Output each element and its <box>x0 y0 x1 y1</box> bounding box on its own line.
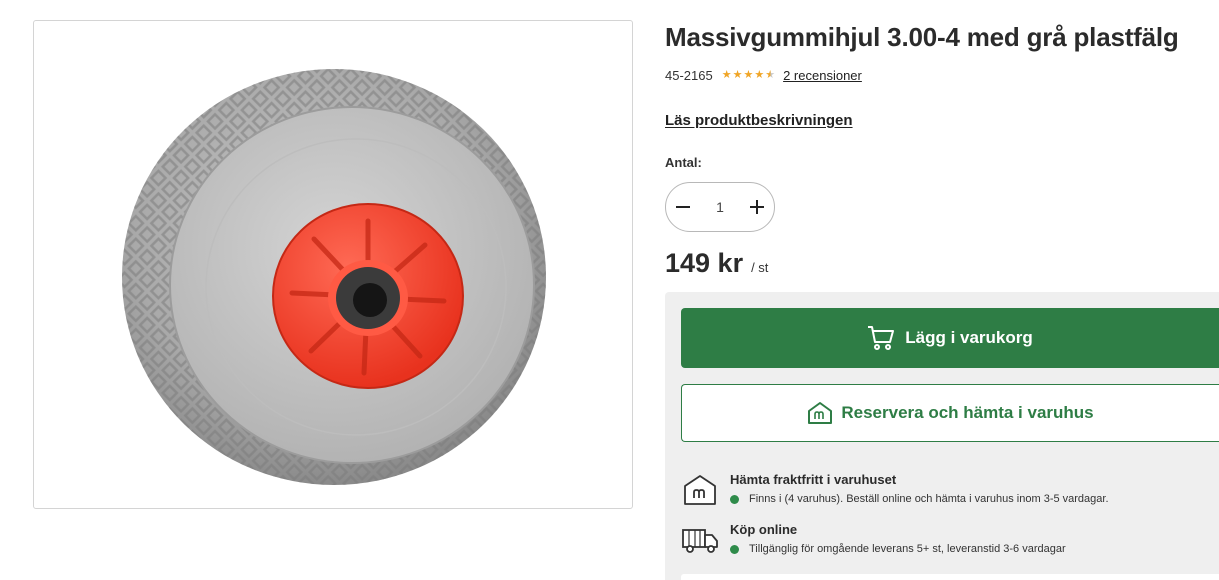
availability-store-text: Finns i (4 varuhus). Beställ online och … <box>749 493 1109 505</box>
star-icon: ★ <box>732 69 743 81</box>
product-image[interactable] <box>33 20 633 509</box>
in-stock-dot-icon <box>730 544 739 554</box>
price-amount: 149 kr <box>665 248 744 278</box>
increment-button[interactable] <box>746 196 768 218</box>
reserve-in-store-button[interactable]: Reservera och hämta i varuhus <box>681 384 1219 442</box>
store-icon <box>808 402 833 424</box>
store-icon <box>684 475 716 505</box>
rating-stars[interactable]: ★ ★ ★ ★ ★ <box>722 69 775 82</box>
cart-icon <box>868 326 895 350</box>
decrement-button[interactable] <box>672 196 694 218</box>
availability-store-status: Finns i (4 varuhus). Beställ online och … <box>730 493 1109 505</box>
store-pickup-icon-wrap <box>681 472 719 508</box>
price-unit: / st <box>751 260 769 275</box>
product-info: Massivgummihjul 3.00-4 med grå plastfälg… <box>665 0 1219 580</box>
availability-online-status: Tillgänglig för omgående leverans 5+ st,… <box>730 543 1066 555</box>
availability-online-text: Tillgänglig för omgående leverans 5+ st,… <box>749 543 1066 555</box>
star-icon: ★ <box>743 69 754 81</box>
panel-next-section <box>681 574 1219 580</box>
truck-icon <box>682 529 718 553</box>
star-icon: ★ <box>721 69 732 81</box>
availability-store: Hämta fraktfritt i varuhuset Finns i (4 … <box>681 472 1109 508</box>
minus-icon <box>676 206 690 208</box>
add-to-cart-button[interactable]: Lägg i varukorg <box>681 308 1219 368</box>
quantity-stepper: 1 <box>665 182 775 232</box>
product-description-link[interactable]: Läs produktbeskrivningen <box>665 112 853 129</box>
availability-store-title: Hämta fraktfritt i varuhuset <box>730 472 897 487</box>
truck-icon-wrap <box>681 522 719 558</box>
purchase-panel: Lägg i varukorg Reservera och hämta i va… <box>665 292 1219 580</box>
availability-online-title: Köp online <box>730 522 798 537</box>
plus-icon <box>750 200 764 214</box>
add-to-cart-label: Lägg i varukorg <box>905 328 1033 347</box>
price-block: 149 kr / st <box>665 248 768 279</box>
quantity-input[interactable]: 1 <box>705 199 735 215</box>
reserve-label: Reservera och hämta i varuhus <box>841 403 1094 422</box>
half-star-icon: ★ <box>765 69 776 81</box>
wheel-illustration <box>122 69 546 485</box>
product-meta: 45-2165 ★ ★ ★ ★ ★ 2 recensioner <box>665 68 862 83</box>
availability-online: Köp online Tillgänglig för omgående leve… <box>681 522 1066 558</box>
reviews-link[interactable]: 2 recensioner <box>783 68 862 83</box>
star-icon: ★ <box>754 69 765 81</box>
in-stock-dot-icon <box>730 494 739 504</box>
product-sku: 45-2165 <box>665 68 713 83</box>
product-title: Massivgummihjul 3.00-4 med grå plastfälg <box>665 22 1179 52</box>
quantity-label: Antal: <box>665 155 702 170</box>
